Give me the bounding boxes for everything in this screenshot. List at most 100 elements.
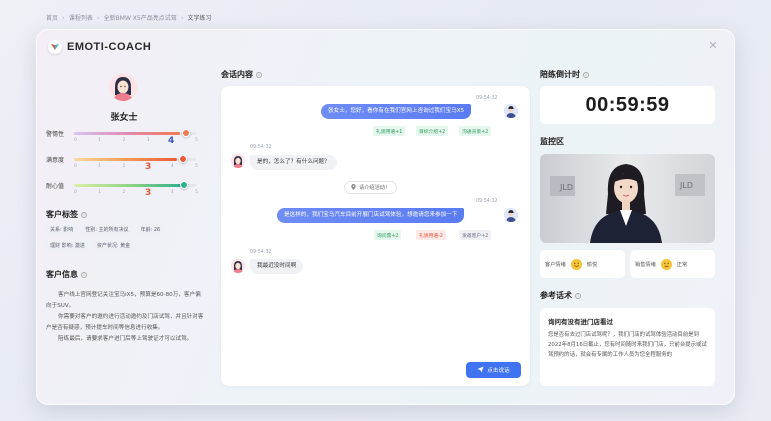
hint-note-text: 请介绍活动！	[359, 185, 391, 191]
reference-body: 您是否有去过门店试驾呢？，我们门店的试驾体验活动目前是到2022年8月16日截止…	[548, 332, 707, 358]
customer-name: 张女士	[110, 113, 138, 123]
metric-fill	[74, 184, 182, 187]
customer-emotion-value: 愉悦	[586, 261, 598, 268]
chevron-right-icon: ›	[62, 13, 65, 22]
score-chip: 目标介绍+2	[416, 126, 449, 136]
info-paragraph: 陪练最后，请要求客户进门后等上驾驶证才可以试驾。	[58, 336, 193, 342]
breadcrumb-course[interactable]: 全新BMW X5产品亮点试驾	[104, 13, 177, 22]
message-time: 09:54:32	[250, 250, 272, 255]
svg-text:JLD: JLD	[679, 181, 693, 190]
tick: 2	[122, 164, 126, 169]
tick: 5	[195, 190, 198, 195]
sales-avatar	[504, 208, 518, 222]
tick: 5	[195, 164, 198, 169]
tags-title-text: 客户标签	[46, 210, 78, 219]
tick: 0	[74, 164, 77, 169]
info-icon[interactable]: i	[81, 271, 87, 278]
info-icon[interactable]: i	[256, 71, 262, 78]
breadcrumb-course-list[interactable]: 课程列表	[69, 13, 93, 22]
customer-avatar	[109, 73, 137, 101]
tick: 2	[122, 138, 126, 143]
reference-script-box[interactable]: 询问有没有进门店看过 您是否有去过门店试驾呢？，我们门店的试驾体验活动目前是到2…	[540, 308, 715, 386]
chat-section-title: 会话内容 i	[221, 69, 262, 80]
metric-satisfaction: 满意度 0 1 2 3 4 5 3	[46, 155, 201, 175]
metric-fill	[74, 132, 180, 135]
info-section-title: 客户信息 i	[46, 269, 87, 280]
monitor-title-text: 监控区	[540, 137, 564, 146]
customer-emotion: 客户情绪 愉悦	[540, 250, 625, 278]
tick: 4	[170, 190, 174, 195]
reference-heading: 询问有没有进门店看过	[548, 318, 613, 326]
smile-face-icon	[570, 258, 582, 270]
info-icon[interactable]: i	[81, 211, 87, 218]
metric-ticks: 0 1 2 3 4 5	[74, 190, 198, 195]
score-chip: 沟通背景+2	[459, 126, 492, 136]
tick: 1	[98, 190, 102, 195]
info-title-text: 客户信息	[46, 270, 78, 279]
timer-section-title: 陪练倒计时 i	[540, 69, 589, 80]
reference-section-title: 参考话术 i	[540, 290, 581, 301]
tick: 2	[122, 190, 126, 195]
countdown-timer: 00:59:59	[540, 86, 715, 124]
customer-tags: 关系: 影响 性别: 主的所有决议 年龄: 26 理财 影响: 激进 资产状况:…	[46, 224, 206, 251]
metric-track	[74, 181, 196, 189]
tags-section-title: 客户标签 i	[46, 209, 87, 220]
sales-emotion-label: 销售情绪	[635, 261, 656, 268]
tick: 1	[98, 164, 102, 169]
send-icon	[477, 366, 484, 375]
score-chip: 礼貌用语+1	[373, 126, 406, 136]
score-chip: 发邀客户+2	[459, 230, 492, 240]
metric-patience: 耐心值 0 1 2 3 4 5 3	[46, 181, 201, 201]
customer-avatar-small	[231, 259, 245, 273]
metric-value: 3	[145, 162, 152, 172]
svg-text:JLD: JLD	[559, 183, 573, 192]
location-pin-icon	[351, 183, 356, 192]
metric-label: 耐心值	[46, 183, 65, 190]
hint-note: 请介绍活动！	[344, 181, 398, 194]
timer-title-text: 陪练倒计时	[540, 70, 580, 79]
customer-avatar-small	[231, 154, 245, 168]
monitor-video: JLD JLD	[540, 154, 715, 243]
sales-emotion-value: 正常	[676, 261, 688, 268]
info-icon[interactable]: i	[575, 292, 581, 299]
tick: 0	[74, 190, 77, 195]
tag: 年龄: 26	[136, 224, 165, 235]
speak-button[interactable]: 点击说话	[466, 362, 521, 378]
app-logo: EMOTI-COACH	[48, 40, 151, 54]
metric-track	[74, 155, 196, 163]
chevron-right-icon: ›	[96, 13, 100, 22]
score-chip: 询问需+2	[374, 230, 402, 240]
customer-emotion-label: 客户情绪	[545, 261, 566, 268]
tag: 关系: 影响	[46, 224, 78, 235]
chevron-right-icon: ›	[180, 13, 184, 22]
info-paragraph: 客户线上官网登记关注宝马iX5，预算是60-80万，客户偏向于SUV。	[46, 292, 201, 309]
tick: 4	[170, 164, 174, 169]
metric-ticks: 0 1 2 3 4 5	[74, 138, 198, 143]
metric-ticks: 0 1 2 3 4 5	[74, 164, 198, 169]
tick: 0	[74, 138, 77, 143]
customer-message-bubble: 是的，怎么了？有什么问题？	[250, 155, 337, 170]
tick: 3	[146, 138, 150, 143]
metric-value: 3	[145, 188, 152, 198]
breadcrumb: 首页 › 课程列表 › 全新BMW X5产品亮点试驾 › 文字练习	[46, 13, 212, 23]
sales-avatar	[504, 104, 518, 118]
tag: 资产状况: 黄金	[92, 240, 135, 251]
sales-message-bubble: 是这样的，我们宝马汽车目前开展门店试驾体验，想邀请您来参加一下	[277, 208, 465, 223]
customer-info-text: 客户线上官网登记关注宝马iX5，预算是60-80万，客户偏向于SUV。 你需要对…	[46, 290, 206, 346]
breadcrumb-home[interactable]: 首页	[46, 13, 58, 22]
message-time: 09:54:32	[250, 145, 272, 150]
info-icon[interactable]: i	[583, 71, 589, 78]
metric-label: 满意度	[46, 157, 65, 164]
tag: 性别: 主的所有决议	[81, 224, 133, 235]
reference-title-text: 参考话术	[540, 291, 572, 300]
customer-message-bubble: 我最近没时间啊	[250, 259, 304, 274]
info-paragraph: 你需要对客户的邀约进行活动邀约及门店试驾，并且针对客户是否有疑惑，预计提车时间等…	[46, 314, 204, 331]
metric-knob	[179, 155, 187, 163]
message-time: 09:54:32	[476, 199, 498, 204]
neutral-face-icon	[660, 258, 672, 270]
app-logo-text: EMOTI-COACH	[67, 41, 152, 53]
tick: 1	[98, 138, 102, 143]
score-chip: 礼貌用语-2	[416, 230, 446, 240]
close-icon[interactable]: ✕	[707, 40, 719, 52]
sales-message-bubble: 张女士，您好，看你有在我们官网上咨询过我们宝马X5	[321, 104, 472, 119]
